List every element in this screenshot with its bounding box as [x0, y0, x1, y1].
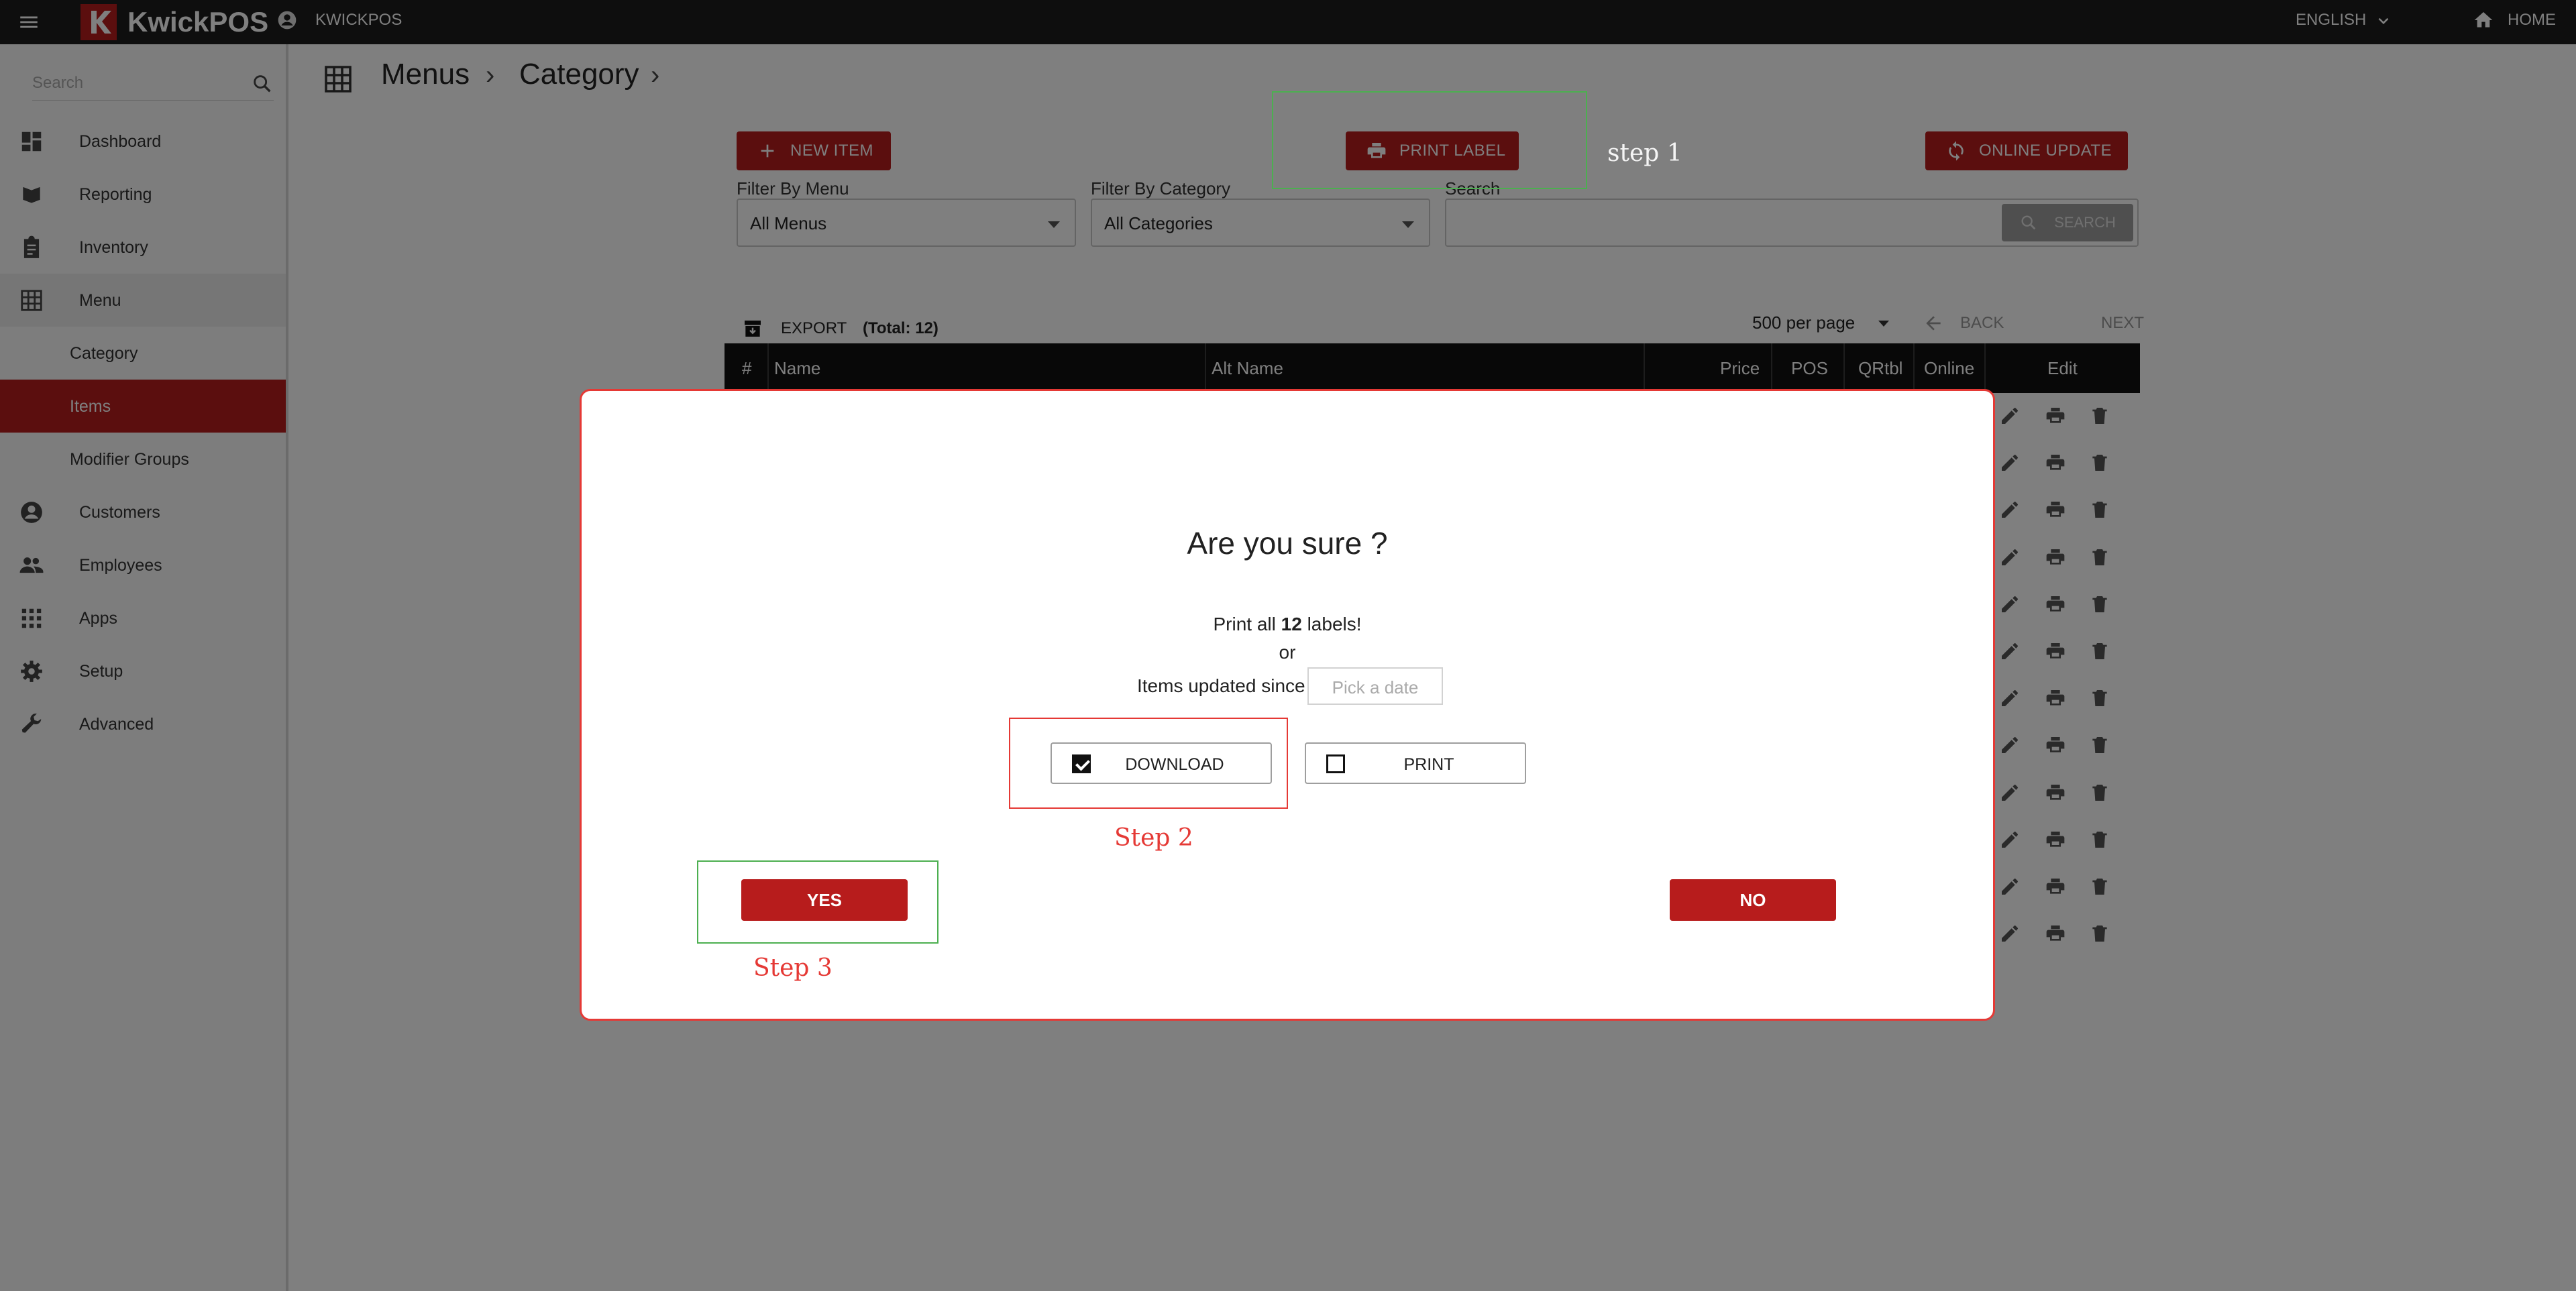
print-option[interactable]: PRINT: [1305, 742, 1526, 784]
date-filter-row: Items updated since Pick a date: [582, 667, 1993, 705]
yes-button[interactable]: YES: [741, 879, 908, 921]
or-text: or: [1279, 642, 1296, 663]
download-label: DOWNLOAD: [1125, 755, 1224, 774]
label-count: 12: [1281, 614, 1302, 634]
step1-annotation: step 1: [1607, 139, 1682, 167]
date-placeholder: Pick a date: [1332, 677, 1419, 697]
date-picker-input[interactable]: Pick a date: [1307, 667, 1443, 705]
print-label: PRINT: [1403, 755, 1454, 774]
print-all-prefix: Print all: [1213, 614, 1276, 634]
step2-annotation: Step 2: [1114, 824, 1193, 852]
print-all-suffix: labels!: [1307, 614, 1362, 634]
step1-highlight-box: [1272, 91, 1587, 189]
no-button[interactable]: NO: [1670, 879, 1836, 921]
download-option[interactable]: DOWNLOAD: [1051, 742, 1272, 784]
step3-annotation: Step 3: [753, 954, 833, 982]
print-all-text: Print all 12 labels!: [582, 614, 1993, 635]
confirm-dialog: Are you sure ? Print all 12 labels! or I…: [580, 389, 1995, 1021]
updated-since-label: Items updated since: [1137, 675, 1305, 696]
dialog-title: Are you sure ?: [1187, 526, 1388, 561]
